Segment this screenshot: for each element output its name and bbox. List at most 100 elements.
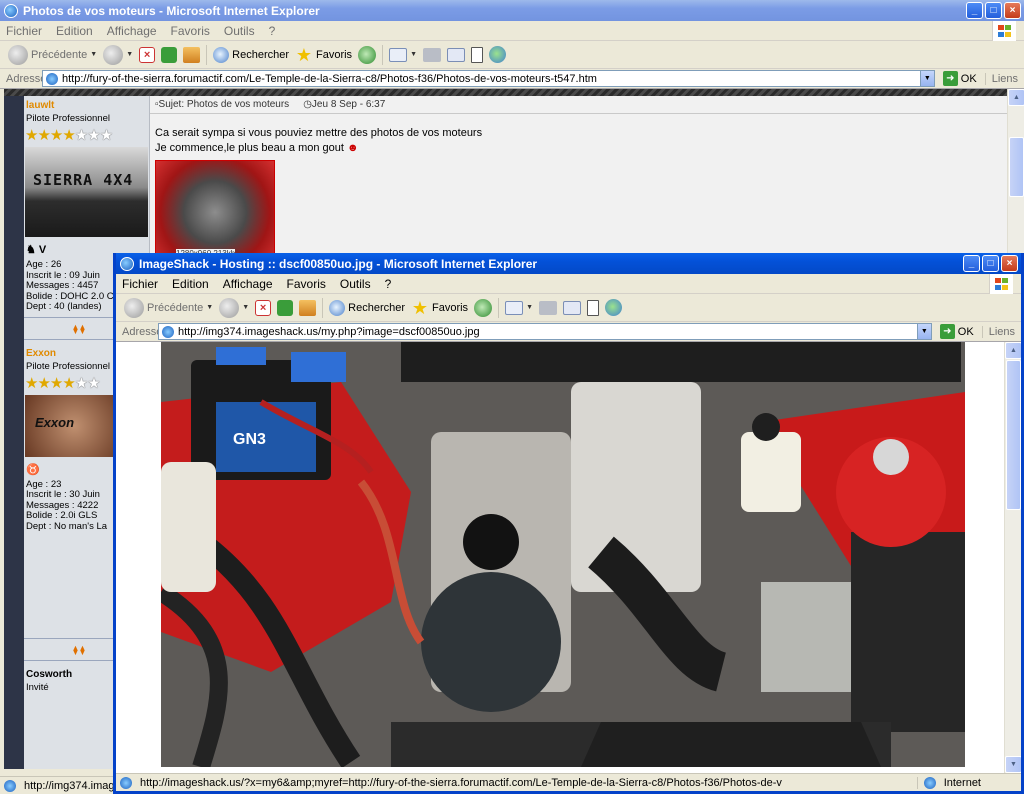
- post-subject: ▫Sujet: Photos de vos moteurs: [155, 99, 290, 110]
- back-button[interactable]: Précédente ▼: [124, 297, 213, 318]
- address-bar: Adresse http://fury-of-the-sierra.foruma…: [0, 69, 1024, 89]
- clock-icon: ◷: [303, 99, 312, 110]
- ie-icon: [120, 256, 134, 271]
- edit-button[interactable]: [563, 300, 581, 315]
- document-icon: [471, 46, 483, 63]
- scroll-up-button[interactable]: ▲: [1008, 89, 1024, 106]
- links-button[interactable]: Liens: [984, 72, 1024, 85]
- engine-photo[interactable]: GN3: [161, 342, 965, 767]
- menu-affichage[interactable]: Affichage: [223, 277, 273, 291]
- menu-help[interactable]: ?: [385, 277, 392, 291]
- title-bar[interactable]: ImageShack - Hosting :: dscf00850uo.jpg …: [116, 253, 1021, 274]
- back-arrow-icon: [8, 44, 28, 65]
- minimize-button[interactable]: _: [963, 255, 980, 272]
- menu-help[interactable]: ?: [269, 24, 276, 38]
- forward-button[interactable]: ▼: [219, 297, 249, 318]
- home-button[interactable]: [183, 46, 201, 63]
- imageshack-browser-window: ImageShack - Hosting :: dscf00850uo.jpg …: [113, 253, 1024, 794]
- print-button[interactable]: [423, 47, 441, 62]
- search-button[interactable]: Rechercher: [329, 299, 405, 316]
- scroll-thumb[interactable]: [1006, 360, 1021, 510]
- menu-outils[interactable]: Outils: [340, 277, 371, 291]
- print-button[interactable]: [539, 300, 557, 315]
- mail-icon: [505, 300, 524, 315]
- menu-outils[interactable]: Outils: [224, 24, 255, 38]
- forward-arrow-icon: [103, 44, 124, 65]
- scroll-down-button[interactable]: ▼: [1005, 756, 1021, 773]
- mail-button[interactable]: ▼: [389, 47, 417, 62]
- home-icon: [299, 299, 317, 316]
- back-arrow-icon: [124, 297, 144, 318]
- go-button[interactable]: ➜ OK: [939, 71, 981, 86]
- forward-button[interactable]: ▼: [103, 44, 133, 65]
- menu-bar: Fichier Edition Affichage Favoris Outils…: [116, 274, 1021, 294]
- engine-thumbnail[interactable]: 1280x960 213kb: [155, 160, 275, 258]
- messenger-button[interactable]: [605, 299, 622, 316]
- refresh-button[interactable]: [277, 299, 294, 316]
- close-button[interactable]: ×: [1001, 255, 1018, 272]
- star-icon: ★: [411, 297, 429, 318]
- mail-button[interactable]: ▼: [505, 300, 533, 315]
- home-button[interactable]: [299, 299, 317, 316]
- edit-icon: [447, 47, 465, 62]
- close-button[interactable]: ×: [1004, 2, 1021, 19]
- horse-icon: ♞: [26, 244, 39, 256]
- edit-button[interactable]: [447, 47, 465, 62]
- stop-button[interactable]: ×: [255, 299, 272, 316]
- address-input[interactable]: http://img374.imageshack.us/my.php?image…: [158, 323, 932, 340]
- battery-label: GN3: [233, 431, 266, 448]
- menu-edition[interactable]: Edition: [56, 24, 93, 38]
- scroll-thumb[interactable]: [1009, 137, 1024, 197]
- refresh-button[interactable]: [161, 46, 178, 63]
- address-input[interactable]: http://fury-of-the-sierra.forumactif.com…: [42, 70, 935, 87]
- page-icon: [162, 325, 174, 338]
- window-title: ImageShack - Hosting :: dscf00850uo.jpg …: [139, 256, 538, 271]
- toolbar: Précédente ▼ ▼ × Rechercher ★ Favoris ▼: [0, 41, 1024, 69]
- address-dropdown-icon[interactable]: ▼: [919, 71, 934, 86]
- discuss-button[interactable]: [471, 46, 483, 63]
- toolbar: Précédente ▼ ▼ × Rechercher ★ Favoris ▼: [116, 294, 1021, 322]
- menu-affichage[interactable]: Affichage: [107, 24, 157, 38]
- back-button[interactable]: Précédente ▼: [8, 44, 97, 65]
- favorites-button[interactable]: ★ Favoris: [411, 298, 468, 318]
- edit-icon: [563, 300, 581, 315]
- menu-favoris[interactable]: Favoris: [287, 277, 326, 291]
- go-arrow-icon: ➜: [939, 324, 955, 339]
- address-bar: Adresse http://img374.imageshack.us/my.p…: [116, 322, 1021, 342]
- address-label: Adresse: [122, 325, 163, 338]
- zone-indicator: Internet: [916, 776, 1021, 789]
- header-band: [4, 89, 1007, 96]
- avatar: SIERRA 4X4: [25, 147, 148, 237]
- history-button[interactable]: [358, 45, 377, 64]
- username[interactable]: lauwlt: [26, 100, 149, 111]
- go-button[interactable]: ➜ OK: [936, 324, 978, 339]
- title-bar[interactable]: Photos de vos moteurs - Microsoft Intern…: [0, 0, 1024, 21]
- ie-icon: [4, 3, 18, 18]
- search-icon: [213, 46, 230, 63]
- minimize-button[interactable]: _: [966, 2, 983, 19]
- links-button[interactable]: Liens: [981, 325, 1021, 338]
- go-arrow-icon: ➜: [942, 71, 958, 86]
- menu-favoris[interactable]: Favoris: [171, 24, 210, 38]
- history-button[interactable]: [474, 298, 493, 317]
- page-scrollbar[interactable]: ▲ ▼: [1004, 342, 1021, 773]
- home-icon: [183, 46, 201, 63]
- address-dropdown-icon[interactable]: ▼: [916, 324, 931, 339]
- messenger-button[interactable]: [489, 46, 506, 63]
- search-button[interactable]: Rechercher: [213, 46, 289, 63]
- maximize-button[interactable]: □: [982, 255, 999, 272]
- stop-button[interactable]: ×: [139, 46, 156, 63]
- forward-arrow-icon: [219, 297, 240, 318]
- favorites-button[interactable]: ★ Favoris: [295, 45, 352, 65]
- image-viewport: GN3: [116, 342, 1004, 773]
- maximize-button[interactable]: □: [985, 2, 1002, 19]
- messenger-icon: [605, 299, 622, 316]
- menu-edition[interactable]: Edition: [172, 277, 209, 291]
- scroll-up-button[interactable]: ▲: [1005, 342, 1021, 359]
- menu-fichier[interactable]: Fichier: [122, 277, 158, 291]
- engine-photo-drawing: GN3: [161, 342, 965, 767]
- discuss-button[interactable]: [587, 299, 599, 316]
- menu-fichier[interactable]: Fichier: [6, 24, 42, 38]
- window-title: Photos de vos moteurs - Microsoft Intern…: [23, 3, 320, 18]
- windows-logo-icon: [992, 21, 1016, 41]
